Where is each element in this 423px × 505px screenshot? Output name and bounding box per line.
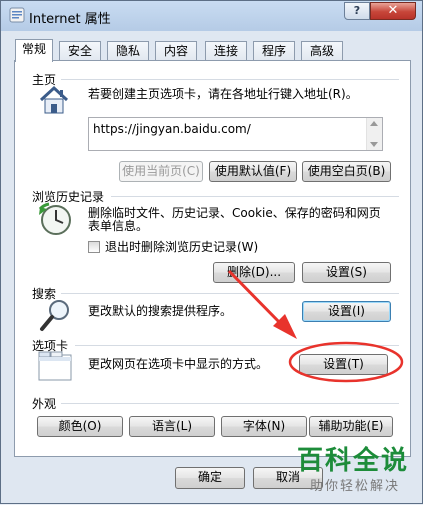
search-settings-button[interactable]: 设置(I) [302, 301, 391, 322]
internet-options-icon [9, 7, 25, 23]
window-title: Internet 属性 [29, 12, 111, 27]
scroll-down-icon [370, 142, 378, 147]
title-bar[interactable]: Internet 属性 ? ✕ [1, 1, 422, 31]
home-page-url-value: https://jingyan.baidu.com/ [93, 122, 251, 136]
house-icon [39, 85, 69, 114]
tab-connections[interactable]: 连接 [205, 41, 247, 60]
history-settings-button[interactable]: 设置(S) [302, 262, 391, 283]
tab-security[interactable]: 安全 [59, 41, 101, 60]
url-scrollbar[interactable] [366, 118, 382, 150]
tab-privacy[interactable]: 隐私 [107, 41, 149, 60]
appearance-group-title: 外观 [32, 397, 57, 411]
tabs-settings-button[interactable]: 设置(T) [299, 354, 388, 375]
search-description: 更改默认的搜索提供程序。 [88, 304, 233, 318]
home-page-url-input[interactable]: https://jingyan.baidu.com/ [88, 117, 383, 151]
delete-history-on-exit-checkbox[interactable] [88, 241, 100, 253]
search-separator [61, 293, 399, 294]
history-separator [111, 196, 399, 197]
fonts-button[interactable]: 字体(N) [221, 416, 307, 437]
accessibility-button[interactable]: 辅助功能(E) [309, 416, 393, 437]
colors-button[interactable]: 颜色(O) [37, 416, 123, 437]
tabs-separator [75, 345, 399, 346]
watermark-title: 百科全说 [297, 446, 410, 476]
internet-options-dialog: Internet 属性 ? ✕ 常规 安全 隐私 内容 连接 程序 高级 主页 … [0, 0, 423, 504]
languages-button[interactable]: 语言(L) [129, 416, 215, 437]
appearance-separator [61, 403, 399, 404]
help-button[interactable]: ? [344, 2, 370, 20]
general-tab-panel: 主页 若要创建主页选项卡，请在各地址行键入地址(R)。 https://jing… [14, 60, 411, 457]
use-default-button[interactable]: 使用默认值(F) [209, 161, 297, 182]
watermark-subtitle: 助你轻松解决 [310, 479, 401, 494]
magnifier-icon [40, 300, 69, 331]
home-separator [61, 79, 399, 80]
history-description-line1: 删除临时文件、历史记录、Cookie、保存的密码和网页 [88, 206, 381, 220]
use-current-page-button[interactable]: 使用当前页(C) [119, 161, 203, 182]
ok-button[interactable]: 确定 [175, 467, 245, 489]
history-description-line2: 表单信息。 [88, 219, 149, 233]
tab-general[interactable]: 常规 [15, 39, 53, 62]
delete-history-on-exit-label: 退出时删除浏览历史记录(W) [105, 240, 259, 254]
tab-programs[interactable]: 程序 [253, 41, 295, 60]
close-button[interactable]: ✕ [370, 2, 416, 20]
watermark: 百科全说 助你轻松解决 [284, 438, 419, 500]
tabs-description: 更改网页在选项卡中显示的方式。 [88, 357, 269, 371]
tab-advanced[interactable]: 高级 [301, 41, 343, 60]
delete-history-button[interactable]: 删除(D)... [213, 262, 295, 283]
tabbed-window-icon [38, 351, 72, 381]
tab-content[interactable]: 内容 [155, 41, 197, 60]
home-page-description: 若要创建主页选项卡，请在各地址行键入地址(R)。 [88, 87, 358, 101]
scroll-up-icon [370, 121, 378, 126]
history-clock-icon [38, 202, 71, 235]
use-blank-page-button[interactable]: 使用空白页(B) [302, 161, 391, 182]
